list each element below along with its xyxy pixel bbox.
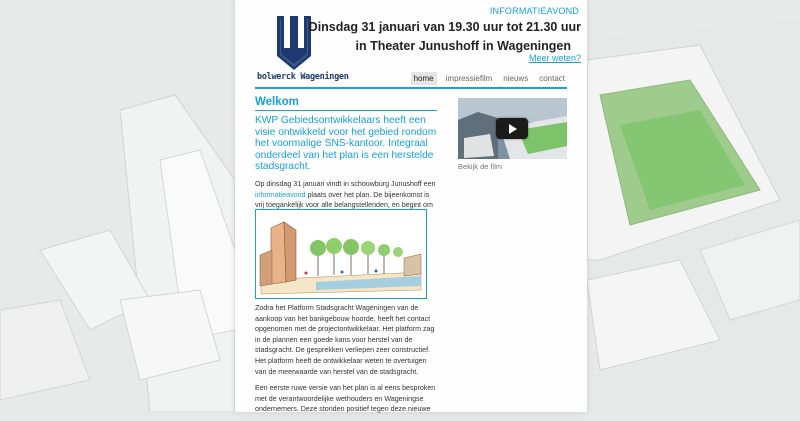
nav-divider [255,87,567,89]
nav-item-nieuws[interactable]: nieuws [501,72,530,85]
nav-item-impressiefilm[interactable]: impressiefilm [444,72,495,85]
more-info-link[interactable]: Meer weten? [529,53,581,63]
info-evening-label: INFORMATIEAVOND [489,6,579,16]
content-panel: bolwerck Wageningen INFORMATIEAVOND Dins… [235,0,587,413]
event-date: Dinsdag 31 januari van 19.30 uur tot 21.… [308,20,581,34]
nav-item-home[interactable]: home [410,72,437,85]
page-title: Welkom [255,96,437,111]
video-caption[interactable]: Bekijk de film [458,162,502,171]
bolwerck-w-logo-icon [277,16,311,70]
main-nav: home impressiefilm nieuws contact [410,72,567,85]
main-content-continued: Zodra het Platform Stadsgracht Wageninge… [255,303,437,421]
main-content: Welkom KWP Gebiedsontwikkelaars heeft ee… [255,96,437,227]
plan-sketch-image [255,209,427,299]
sketch-illustration [256,210,426,298]
video-thumbnail[interactable] [458,98,567,159]
paragraph-text: Op dinsdag 31 januari vindt in schouwbur… [255,179,436,188]
intro-text: KWP Gebiedsontwikkelaars heeft een visie… [255,115,437,173]
paragraph-plan: Een eerste ruwe versie van het plan is a… [255,384,436,414]
info-evening-link[interactable]: informatieavond [255,191,305,199]
play-icon[interactable] [496,118,528,139]
nav-item-contact[interactable]: contact [537,72,567,85]
logo-text: bolwerck Wageningen [257,72,349,82]
event-location: in Theater Junushoff in Wageningen [355,39,571,53]
paragraph-platform: Zodra het Platform Stadsgracht Wageninge… [255,304,435,376]
